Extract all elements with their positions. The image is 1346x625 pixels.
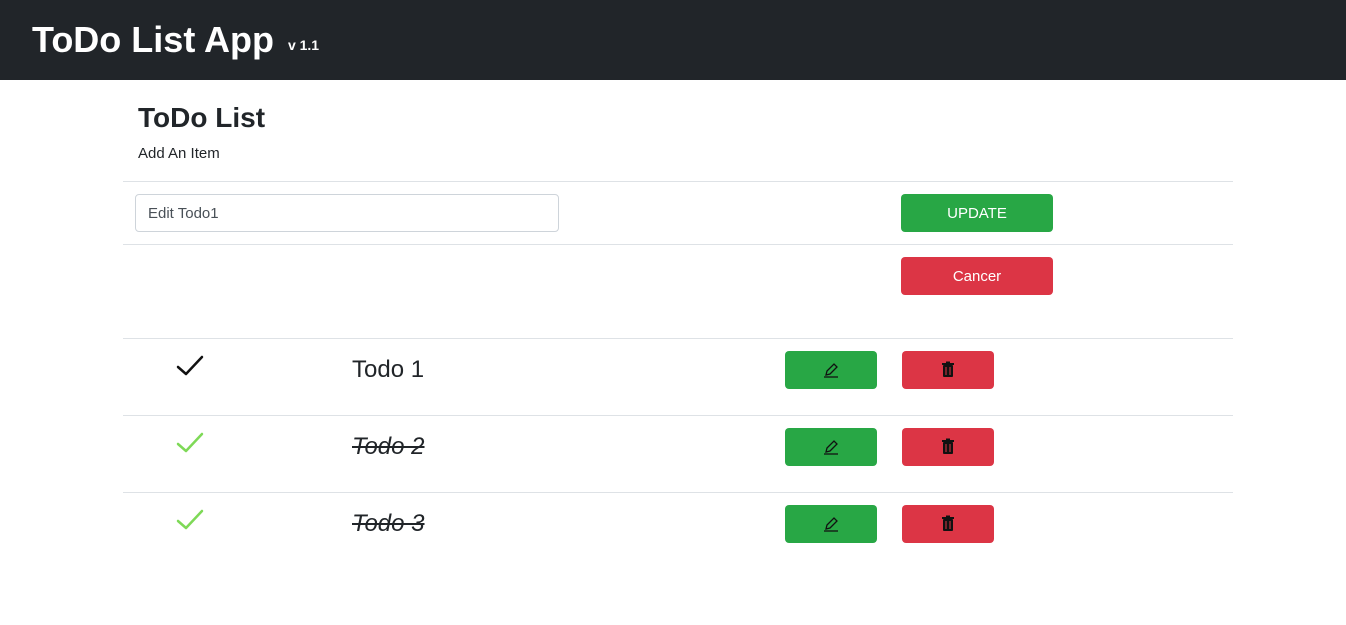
divider	[123, 415, 1233, 416]
todo-row: Todo 1	[123, 338, 1233, 415]
page-subtitle: Add An Item	[138, 145, 220, 162]
divider	[123, 181, 1233, 182]
divider	[123, 338, 1233, 339]
todo-row: Todo 3	[123, 492, 1233, 569]
todo-text: Todo 3	[352, 510, 425, 537]
app-title: ToDo List App	[32, 19, 274, 60]
delete-button[interactable]	[902, 428, 994, 466]
navbar: ToDo List App v 1.1	[0, 0, 1346, 80]
checkmark-icon[interactable]	[176, 509, 204, 531]
delete-button[interactable]	[902, 505, 994, 543]
checkmark-icon[interactable]	[176, 355, 204, 377]
todo-text: Todo 2	[352, 433, 425, 460]
version-badge: v 1.1	[287, 37, 320, 53]
pencil-icon	[824, 363, 838, 378]
trash-icon	[942, 361, 954, 377]
delete-button[interactable]	[902, 351, 994, 389]
todo-row: Todo 2	[123, 415, 1233, 492]
pencil-icon	[824, 440, 838, 455]
pencil-icon	[824, 517, 838, 532]
edit-button[interactable]	[785, 505, 877, 543]
todo-text: Todo 1	[352, 356, 425, 383]
edit-button[interactable]	[785, 351, 877, 389]
divider	[123, 492, 1233, 493]
divider	[123, 244, 1233, 245]
trash-icon	[942, 438, 954, 454]
checkmark-icon[interactable]	[176, 432, 204, 454]
edit-button[interactable]	[785, 428, 877, 466]
cancel-button[interactable]: Cancer	[901, 257, 1053, 295]
page-title: ToDo List	[138, 102, 266, 133]
edit-todo-input[interactable]	[135, 194, 559, 232]
update-button[interactable]: UPDATE	[901, 194, 1053, 232]
trash-icon	[942, 515, 954, 531]
